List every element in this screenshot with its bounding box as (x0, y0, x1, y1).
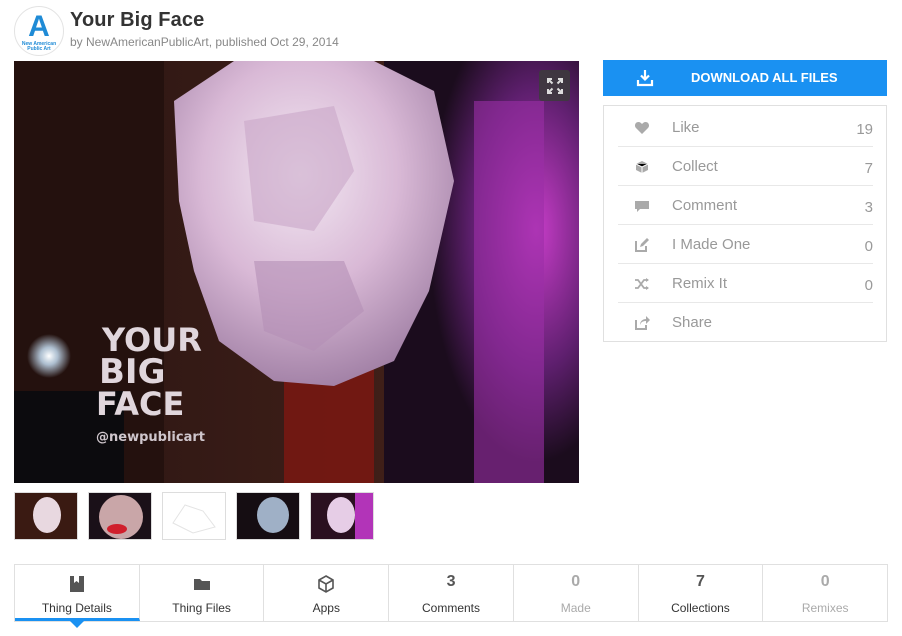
comment-icon (634, 198, 650, 214)
i-made-one-count: 0 (864, 238, 873, 255)
edit-icon (634, 237, 650, 253)
expand-image-button[interactable] (539, 70, 570, 101)
like-label: Like (672, 119, 700, 136)
download-all-files-label: DOWNLOAD ALL FILES (691, 70, 838, 85)
collect-action[interactable]: Collect 7 (618, 147, 873, 186)
tab-collections[interactable]: 7 Collections (639, 565, 764, 621)
byline: by NewAmericanPublicArt, published Oct 2… (70, 35, 339, 49)
like-count: 19 (856, 121, 873, 138)
expand-icon (546, 77, 563, 94)
tab-thing-details[interactable]: Thing Details (15, 565, 140, 628)
thumbnail-2[interactable] (88, 492, 152, 540)
share-label: Share (672, 314, 713, 331)
shuffle-icon (634, 276, 650, 292)
collect-icon (634, 159, 650, 175)
remix-it-label: Remix It (672, 275, 728, 292)
active-tab-caret (69, 621, 84, 628)
tab-made-count: 0 (571, 573, 581, 590)
tab-collections-count: 7 (696, 573, 705, 590)
tab-apps-label: Apps (312, 601, 340, 615)
collect-label: Collect (672, 158, 718, 175)
avatar-logo-letter: A (28, 10, 50, 43)
tab-comments[interactable]: 3 Comments (389, 565, 514, 621)
like-action[interactable]: Like 19 (618, 108, 873, 147)
thing-tabs: Thing Details Thing Files Apps 3 Comment… (14, 564, 888, 628)
book-icon (15, 575, 139, 595)
tab-collections-label: Collections (671, 601, 730, 615)
share-icon (634, 315, 650, 331)
cube-icon (264, 575, 388, 595)
comment-action[interactable]: Comment 3 (618, 186, 873, 225)
collect-count: 7 (864, 160, 873, 177)
i-made-one-label: I Made One (672, 236, 751, 253)
remix-it-action[interactable]: Remix It 0 (618, 264, 873, 303)
overlay-line-3: FACE (96, 385, 184, 423)
heart-icon (634, 120, 650, 136)
main-image[interactable]: YOUR BIG FACE @newpublicart (14, 61, 579, 483)
tab-comments-count: 3 (446, 573, 456, 590)
share-action[interactable]: Share (618, 303, 873, 342)
comment-label: Comment (672, 197, 738, 214)
tab-made[interactable]: 0 Made (514, 565, 639, 621)
tab-made-label: Made (560, 601, 591, 615)
tab-apps[interactable]: Apps (264, 565, 390, 621)
thumbnail-5[interactable] (310, 492, 374, 540)
tab-thing-files-label: Thing Files (172, 601, 231, 615)
folder-icon (140, 575, 264, 595)
tab-remixes-count: 0 (820, 573, 830, 590)
thumbnail-3[interactable] (162, 492, 226, 540)
thumbnail-4[interactable] (236, 492, 300, 540)
comment-count: 3 (864, 199, 873, 216)
page-title: Your Big Face (70, 9, 205, 31)
tab-thing-files[interactable]: Thing Files (140, 565, 265, 621)
remix-it-count: 0 (864, 277, 873, 294)
tab-remixes-label: Remixes (801, 601, 849, 615)
overlay-handle: @newpublicart (96, 430, 205, 445)
thumbnail-strip (14, 492, 374, 540)
avatar[interactable]: A New American Public Art (14, 6, 64, 56)
download-all-files-button[interactable]: DOWNLOAD ALL FILES (603, 60, 887, 96)
download-icon (635, 68, 655, 91)
i-made-one-action[interactable]: I Made One 0 (618, 225, 873, 264)
avatar-logo-text: New American Public Art (21, 41, 57, 52)
thumbnail-1[interactable] (14, 492, 78, 540)
tab-thing-details-label: Thing Details (41, 601, 112, 615)
tab-comments-label: Comments (422, 601, 481, 615)
tab-remixes[interactable]: 0 Remixes (763, 565, 887, 621)
actions-panel: Like 19 Collect 7 Comment 3 I Made One 0… (603, 105, 887, 342)
